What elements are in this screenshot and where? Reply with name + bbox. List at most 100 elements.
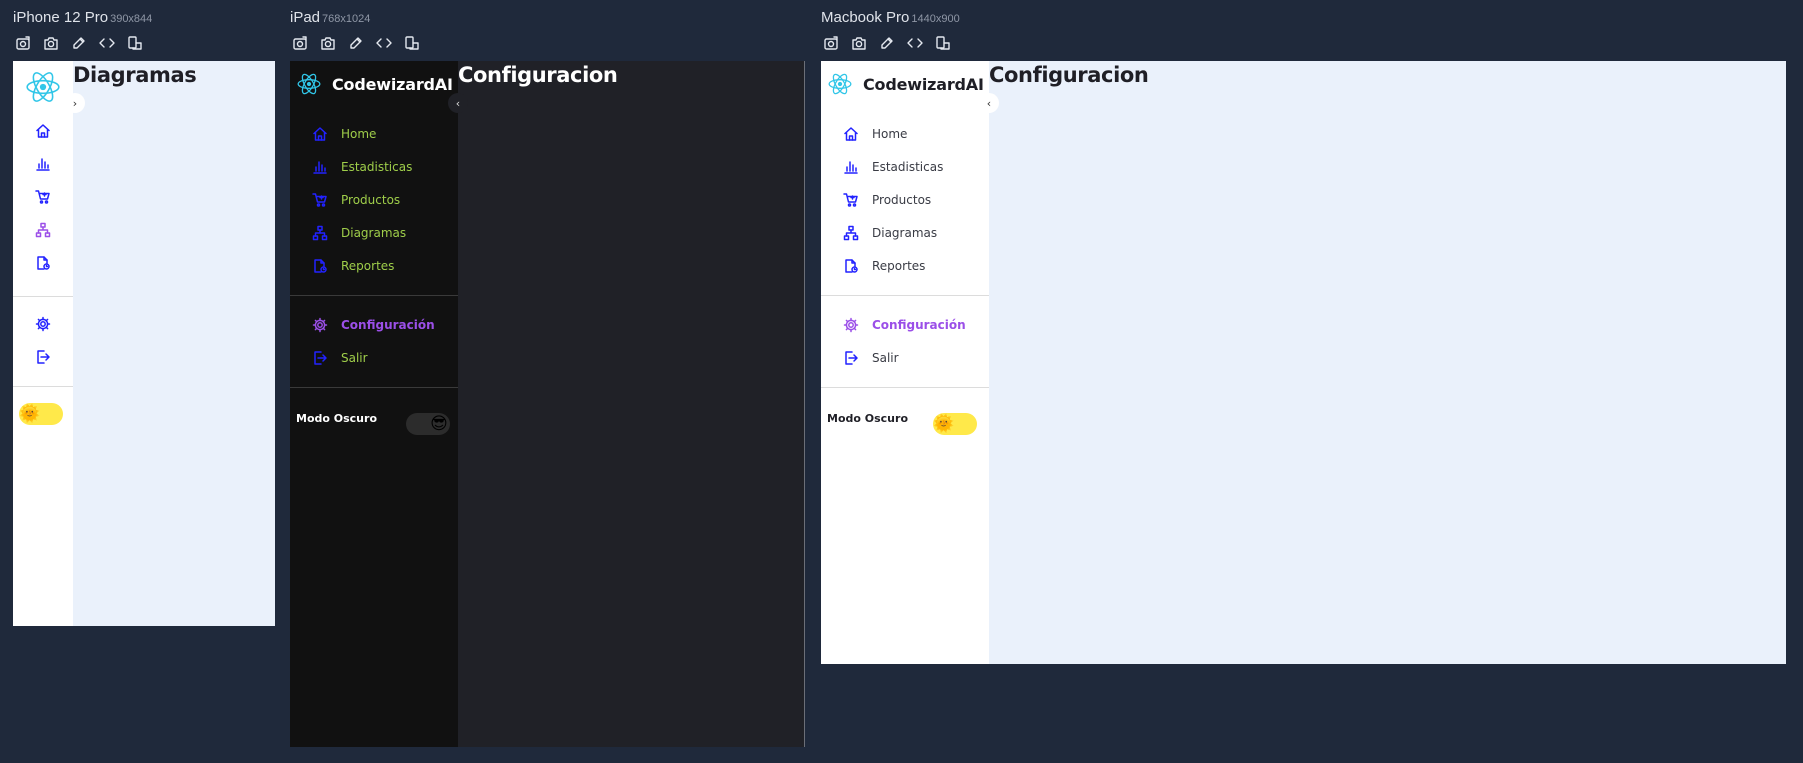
rotate-camera-icon[interactable]	[823, 35, 839, 51]
device-screen: CodewizardAI Home Estadisticas Productos…	[821, 61, 1786, 664]
react-logo-icon	[296, 71, 322, 97]
sidebar-item-label: Salir	[872, 350, 899, 365]
sidebar-item-salir[interactable]: Salir	[290, 341, 458, 374]
sidebar-toggle-button[interactable]: ‹	[448, 93, 468, 113]
sidebar-item-estadisticas[interactable]	[13, 147, 73, 180]
sidebar-item-productos[interactable]: Productos	[821, 183, 989, 216]
sidebar-item-diagramas[interactable]	[13, 213, 73, 246]
device-size: 768x1024	[322, 13, 371, 25]
logo-row: CodewizardAI	[296, 71, 453, 97]
brand-name: CodewizardAI	[863, 74, 984, 94]
cart-icon	[35, 189, 51, 205]
device-name: Macbook Pro	[821, 9, 910, 26]
sidebar-item-configuracion[interactable]	[13, 307, 73, 340]
cart-icon	[843, 192, 859, 208]
screenshot-camera-icon[interactable]	[43, 35, 59, 51]
report-file-icon	[312, 258, 328, 274]
bar-chart-icon	[843, 159, 859, 175]
sidebar-toggle-button[interactable]: ›	[65, 93, 85, 113]
sidebar-nav: Home Estadisticas Productos Diagramas Re…	[821, 117, 989, 282]
sidebar-nav	[13, 114, 73, 279]
dark-mode-label: Modo Oscuro	[296, 412, 377, 425]
gear-icon	[35, 316, 51, 332]
sidebar-item-label: Reportes	[872, 258, 926, 273]
page-title: Configuracion	[989, 63, 1149, 87]
cart-icon	[312, 192, 328, 208]
theme-toggle[interactable]: 🌞	[933, 413, 977, 435]
code-icon[interactable]	[376, 35, 392, 51]
device-toolbar	[823, 35, 951, 51]
sidebar-item-configuracion[interactable]: Configuración	[821, 308, 989, 341]
eyedropper-icon[interactable]	[879, 35, 895, 51]
device-size: 1440x900	[911, 13, 960, 25]
sidebar-divider	[13, 296, 73, 297]
sidebar-item-diagramas[interactable]: Diagramas	[290, 216, 458, 249]
sidebar-item-home[interactable]: Home	[821, 117, 989, 150]
theme-toggle[interactable]: 🌞	[19, 403, 63, 425]
eyedropper-icon[interactable]	[348, 35, 364, 51]
device-size: 390x844	[110, 13, 153, 25]
home-icon	[843, 126, 859, 142]
sidebar-item-home[interactable]	[13, 114, 73, 147]
rotate-camera-icon[interactable]	[15, 35, 31, 51]
sidebar-item-reportes[interactable]: Reportes	[290, 249, 458, 282]
sidebar-toggle-button[interactable]: ‹	[979, 93, 999, 113]
sidebar-item-salir[interactable]	[13, 340, 73, 373]
sidebar-item-diagramas[interactable]: Diagramas	[821, 216, 989, 249]
react-logo-icon	[827, 71, 853, 97]
sitemap-icon	[35, 222, 51, 238]
device-swap-icon[interactable]	[127, 35, 143, 51]
sidebar-item-label: Estadisticas	[872, 159, 944, 174]
rotate-camera-icon[interactable]	[292, 35, 308, 51]
sidebar-item-label: Salir	[341, 350, 368, 365]
sidebar-item-estadisticas[interactable]: Estadisticas	[821, 150, 989, 183]
device-swap-icon[interactable]	[404, 35, 420, 51]
eyedropper-icon[interactable]	[71, 35, 87, 51]
sidebar-item-reportes[interactable]	[13, 246, 73, 279]
sidebar-divider	[290, 295, 458, 296]
device-title: Macbook Pro 1440x900	[821, 9, 960, 26]
sidebar-item-label: Estadisticas	[341, 159, 413, 174]
sidebar-item-label: Reportes	[341, 258, 395, 273]
sidebar-item-reportes[interactable]: Reportes	[821, 249, 989, 282]
device-swap-icon[interactable]	[935, 35, 951, 51]
sun-icon: 🌞	[933, 414, 955, 434]
device-toolbar	[15, 35, 143, 51]
sitemap-icon	[312, 225, 328, 241]
sidebar-secondary-nav: Configuración Salir	[821, 308, 989, 374]
screenshot-camera-icon[interactable]	[851, 35, 867, 51]
sidebar-item-estadisticas[interactable]: Estadisticas	[290, 150, 458, 183]
logo-row: CodewizardAI	[827, 71, 984, 97]
sidebar-divider	[13, 386, 73, 387]
sidebar-item-home[interactable]: Home	[290, 117, 458, 150]
code-icon[interactable]	[99, 35, 115, 51]
home-icon	[312, 126, 328, 142]
sidebar-item-salir[interactable]: Salir	[821, 341, 989, 374]
theme-toggle[interactable]: 😎	[406, 413, 450, 435]
sidebar: CodewizardAI Home Estadisticas Productos…	[290, 61, 458, 747]
bar-chart-icon	[312, 159, 328, 175]
device-name: iPad	[290, 9, 321, 26]
page-title: Diagramas	[73, 63, 197, 87]
sidebar-item-label: Configuración	[872, 317, 966, 332]
gear-icon	[843, 317, 859, 333]
sidebar: CodewizardAI Home Estadisticas Productos…	[821, 61, 989, 664]
sidebar-item-productos[interactable]	[13, 180, 73, 213]
screenshot-camera-icon[interactable]	[320, 35, 336, 51]
sidebar-secondary-nav	[13, 307, 73, 373]
sidebar-item-configuracion[interactable]: Configuración	[290, 308, 458, 341]
home-icon	[35, 123, 51, 139]
sidebar-item-productos[interactable]: Productos	[290, 183, 458, 216]
report-file-icon	[843, 258, 859, 274]
device-title: iPad 768x1024	[290, 9, 370, 26]
sidebar-item-label: Diagramas	[872, 225, 938, 240]
gear-icon	[312, 317, 328, 333]
page-title: Configuracion	[458, 63, 618, 87]
code-icon[interactable]	[907, 35, 923, 51]
sidebar-item-label: Configuración	[341, 317, 435, 332]
sidebar-divider	[821, 295, 989, 296]
sunglasses-face-icon: 😎	[430, 414, 448, 434]
sidebar-nav: Home Estadisticas Productos Diagramas Re…	[290, 117, 458, 282]
report-file-icon	[35, 255, 51, 271]
sitemap-icon	[843, 225, 859, 241]
